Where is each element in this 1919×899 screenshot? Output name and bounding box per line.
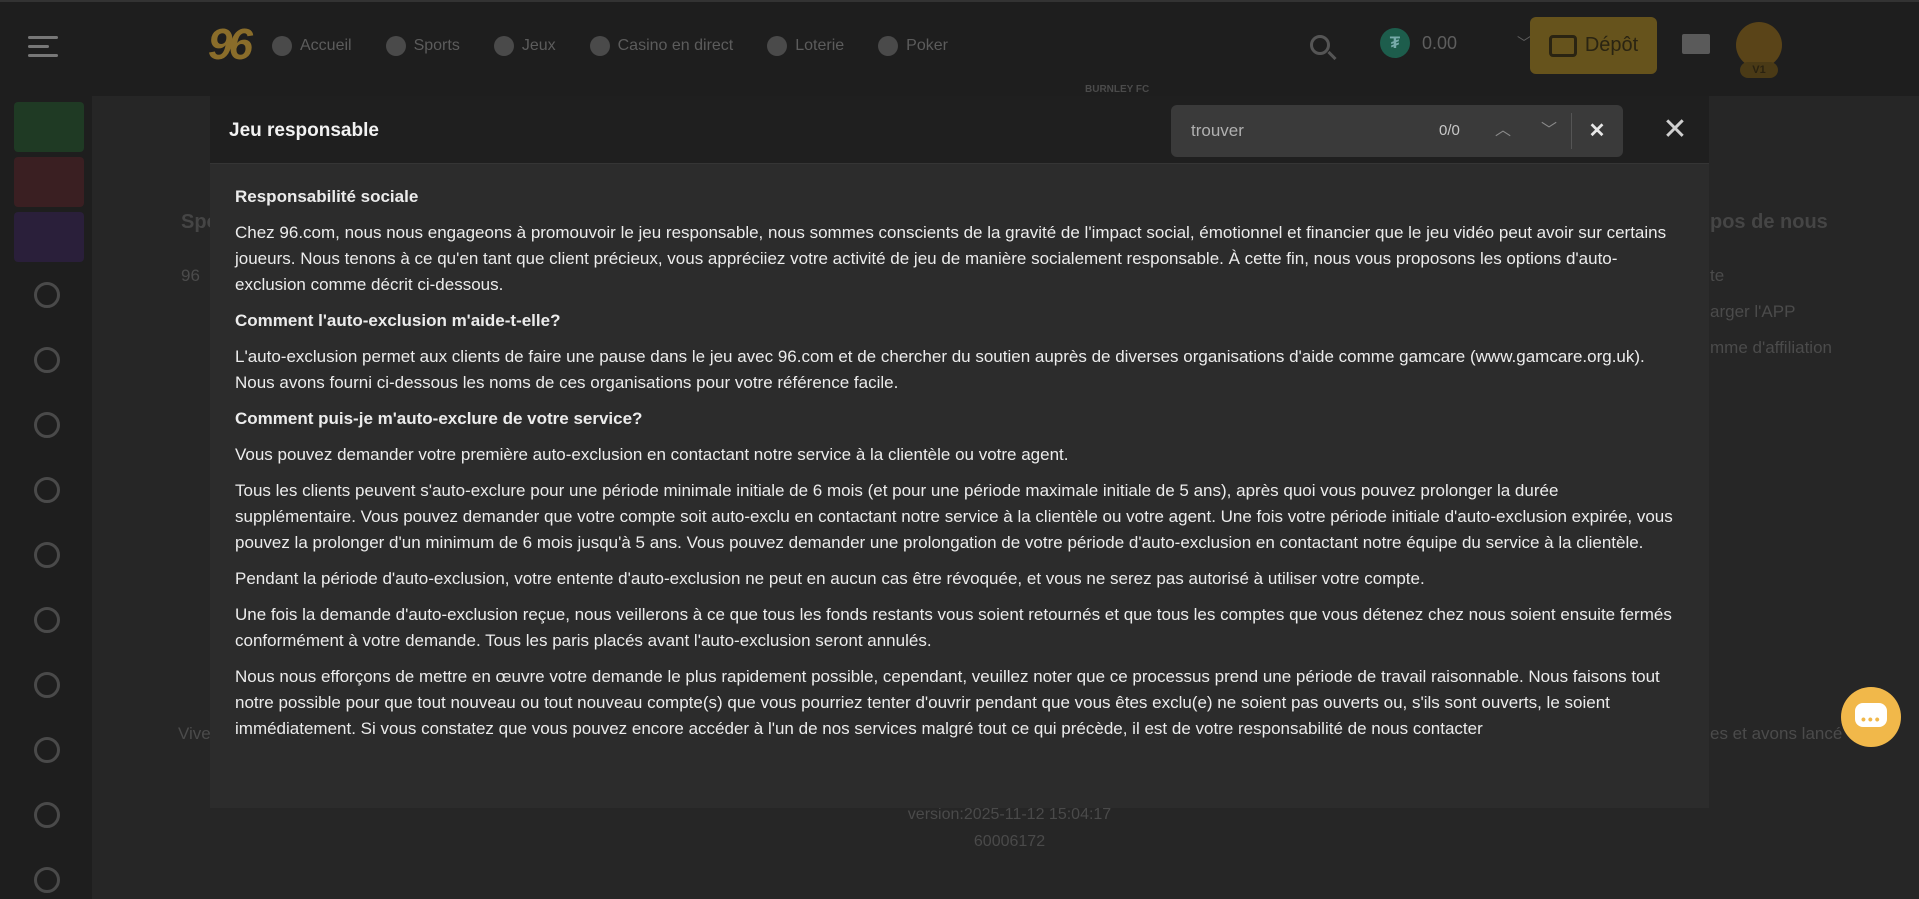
section-heading: Comment l'auto-exclusion m'aide-t-elle? <box>235 311 561 330</box>
paragraph: L'auto-exclusion permet aux clients de f… <box>235 347 1645 392</box>
chip-icon[interactable] <box>34 607 60 633</box>
nav-accueil[interactable]: Accueil <box>272 32 352 60</box>
find-count: 0/0 <box>1439 122 1460 139</box>
home-icon <box>272 36 292 56</box>
nav-label: Accueil <box>300 37 352 54</box>
nav-label: Poker <box>906 37 948 54</box>
spade-icon[interactable] <box>34 867 60 893</box>
bg-right-link[interactable]: arger l'APP <box>1710 302 1795 322</box>
support-icon[interactable] <box>34 737 60 763</box>
paragraph: Tous les clients peuvent s'auto-exclure … <box>235 481 1673 552</box>
gift-icon[interactable] <box>34 347 60 373</box>
chevron-up-icon[interactable]: ︿ <box>1489 117 1517 145</box>
football-icon <box>385 36 406 56</box>
nav-label: Loterie <box>795 37 845 54</box>
cards-icon <box>589 36 610 56</box>
bg-footer-left: Vive <box>178 724 211 743</box>
paragraph: Vous pouvez demander votre première auto… <box>235 445 1069 464</box>
app-root: 96 Accueil Sports Jeux Casino en direct … <box>0 0 1919 899</box>
chevron-down-icon[interactable]: ﹀ <box>1535 117 1563 145</box>
balance-amount: 0.00 <box>1422 32 1458 53</box>
deposit-label: Dépôt <box>1584 34 1639 56</box>
modal-title: Jeu responsable <box>229 120 379 141</box>
sidebar-promo-purple[interactable] <box>14 212 84 262</box>
modal-header: Jeu responsable 0/0 ︿ ﹀ ✕ ✕ <box>210 96 1709 164</box>
nav-casino-en-direct[interactable]: Casino en direct <box>589 32 734 60</box>
joystick-icon[interactable] <box>34 477 60 503</box>
ticket-icon <box>767 36 788 56</box>
deposit-button[interactable]: Dépôt <box>1530 17 1657 74</box>
version-info: version:2025-11-12 15:04:17 60006172 <box>897 801 1122 855</box>
close-icon[interactable]: ✕ <box>1659 114 1691 146</box>
search-icon[interactable] <box>1305 30 1341 66</box>
bg-right-link[interactable]: mme d'affiliation <box>1710 338 1832 358</box>
wallet-icon <box>1548 34 1577 57</box>
find-bar: 0/0 ︿ ﹀ ✕ <box>1171 105 1623 157</box>
bg-left-value: 96 <box>181 266 200 285</box>
paragraph: Pendant la période d'auto-exclusion, vot… <box>235 569 1425 588</box>
balance-selector[interactable]: ₮ 0.00 ﹀ <box>1380 28 1531 58</box>
section-heading: Responsabilité sociale <box>235 187 419 206</box>
joystick-icon <box>493 36 514 56</box>
modal-body: Responsabilité sociale Chez 96.com, nous… <box>210 164 1709 742</box>
bg-right-link[interactable]: te <box>1710 266 1724 286</box>
nav-label: Casino en direct <box>617 37 734 54</box>
nav-label: Sports <box>413 37 460 54</box>
nav-poker[interactable]: Poker <box>878 32 948 60</box>
sidebar-promo-red[interactable] <box>14 157 84 207</box>
divider <box>1571 113 1572 149</box>
chat-button[interactable]: ••• <box>1841 687 1901 747</box>
find-input[interactable] <box>1191 119 1411 143</box>
globe-icon[interactable] <box>34 672 60 698</box>
chevron-down-icon: ﹀ <box>1517 35 1532 51</box>
sidebar <box>0 96 92 899</box>
find-close-icon[interactable]: ✕ <box>1583 117 1611 145</box>
bg-section-right: pos de nous <box>1710 211 1828 233</box>
responsible-gaming-modal: Jeu responsable 0/0 ︿ ﹀ ✕ ✕ Responsabili… <box>210 96 1709 808</box>
sidebar-promo-green[interactable] <box>14 102 84 152</box>
paragraph: Une fois la demande d'auto-exclusion reç… <box>235 605 1672 650</box>
football-icon[interactable] <box>34 412 60 438</box>
menu-icon[interactable] <box>28 36 58 60</box>
section-heading: Comment puis-je m'auto-exclure de votre … <box>235 409 643 428</box>
spade-icon <box>878 36 899 56</box>
partner-label: BURNLEY FC <box>1085 84 1150 95</box>
site-logo[interactable]: 96 <box>208 20 253 70</box>
top-bar: 96 Accueil Sports Jeux Casino en direct … <box>0 0 1919 96</box>
nav-jeux[interactable]: Jeux <box>493 32 556 60</box>
paragraph: Chez 96.com, nous nous engageons à promo… <box>235 223 1667 294</box>
nav-label: Jeux <box>521 37 556 54</box>
nav-sports[interactable]: Sports <box>385 32 460 60</box>
tether-icon: ₮ <box>1380 28 1410 58</box>
bg-footer-right: es et avons lancé <box>1710 724 1843 743</box>
main-nav: Accueil Sports Jeux Casino en direct Lot… <box>272 32 948 60</box>
crown-icon[interactable] <box>34 282 60 308</box>
ticket-icon[interactable] <box>34 802 60 828</box>
paragraph: Nous nous efforçons de mettre en œuvre v… <box>235 667 1660 738</box>
build-number: 60006172 <box>973 833 1046 850</box>
mail-icon[interactable] <box>1682 34 1710 54</box>
vip-badge: V1 <box>1740 62 1778 78</box>
nav-loterie[interactable]: Loterie <box>767 32 844 60</box>
cards-icon[interactable] <box>34 542 60 568</box>
